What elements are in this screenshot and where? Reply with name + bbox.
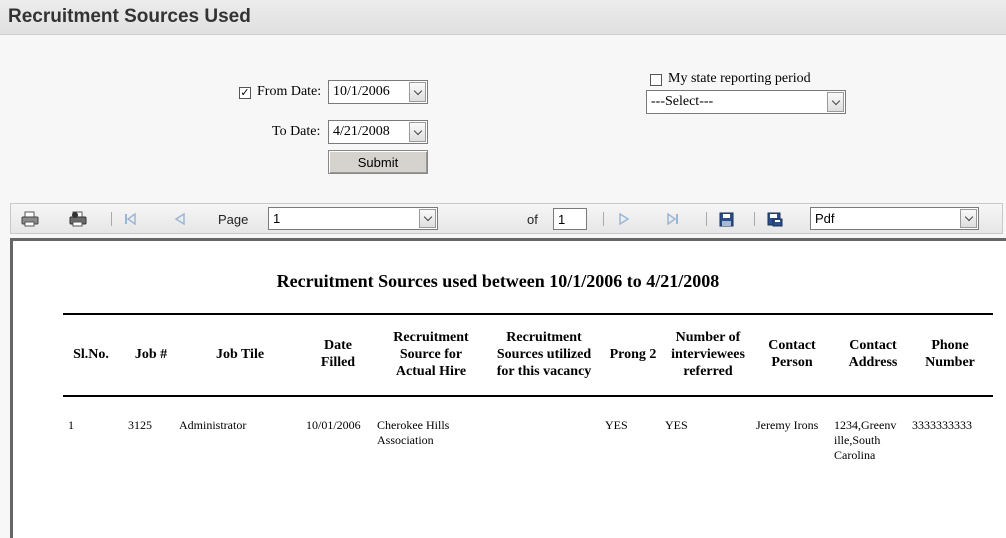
- header-bottom-rule: [63, 395, 993, 397]
- from-date-label: From Date:: [257, 84, 322, 99]
- cell-source-actual-hire: Cherokee Hills Association: [377, 418, 450, 447]
- column-header-job-title: Job Tile: [215, 346, 265, 362]
- previous-page-icon[interactable]: [171, 210, 189, 228]
- cell-sl-no: 1: [68, 418, 74, 432]
- column-header-interviewees: Number of interviewees referred: [671, 329, 745, 379]
- cell-prong2: YES: [605, 418, 628, 432]
- report-toolbar: Page 1 of 1 Pdf: [10, 203, 1003, 234]
- next-page-icon[interactable]: [615, 210, 633, 228]
- chevron-down-icon[interactable]: [409, 122, 426, 142]
- export-icon[interactable]: [766, 210, 784, 228]
- column-header-source-actual-hire: Recruitment Source for Actual Hire: [393, 329, 469, 379]
- chevron-down-icon[interactable]: [409, 82, 426, 102]
- chevron-down-icon[interactable]: [419, 209, 436, 228]
- column-header-contact-address: Contact Address: [848, 338, 898, 370]
- cell-contact-person: Jeremy Irons: [756, 418, 819, 432]
- toolbar-separator: [706, 212, 707, 226]
- print-icon[interactable]: [21, 210, 39, 228]
- state-period-label: My state reporting period: [668, 71, 811, 86]
- page-select-value: 1: [273, 211, 281, 226]
- submit-button[interactable]: Submit: [328, 150, 428, 174]
- column-header-sl-no: Sl.No.: [73, 346, 109, 362]
- cell-date-filled: 10/01/2006: [306, 418, 361, 432]
- page-label: Page: [218, 212, 249, 227]
- from-date-checkbox[interactable]: ✓: [239, 87, 251, 99]
- from-date-input[interactable]: 10/1/2006: [328, 80, 428, 104]
- total-pages-field[interactable]: 1: [553, 208, 587, 230]
- report-title: Recruitment Sources used between 10/1/20…: [276, 271, 720, 291]
- to-date-value: 4/21/2008: [333, 124, 390, 139]
- column-header-prong2: Prong 2: [609, 346, 657, 362]
- chevron-down-icon[interactable]: [960, 209, 977, 228]
- state-period-value: ---Select---: [651, 94, 714, 109]
- from-date-value: 10/1/2006: [333, 84, 390, 99]
- cell-contact-address: 1234,Greenv ille,South Carolina: [834, 418, 897, 462]
- page-title: Recruitment Sources Used: [8, 6, 251, 27]
- last-page-icon[interactable]: [664, 210, 682, 228]
- cell-job-no: 3125: [128, 418, 152, 432]
- column-header-phone: Phone Number: [925, 338, 975, 370]
- column-header-date-filled: Date Filled: [320, 338, 356, 370]
- header-top-rule: [63, 313, 993, 315]
- state-period-select[interactable]: ---Select---: [646, 90, 846, 114]
- chevron-down-icon[interactable]: [827, 92, 844, 112]
- title-bar: Recruitment Sources Used: [0, 0, 1006, 35]
- to-date-input[interactable]: 4/21/2008: [328, 120, 428, 144]
- export-format-value: Pdf: [815, 211, 835, 226]
- column-header-job-no: Job #: [134, 346, 168, 362]
- of-label: of: [527, 212, 538, 227]
- export-format-select[interactable]: Pdf: [810, 207, 979, 230]
- report-viewer: Recruitment Sources used between 10/1/20…: [10, 238, 1006, 538]
- toolbar-separator: [603, 212, 604, 226]
- save-icon[interactable]: [717, 210, 735, 228]
- cell-interviewees: YES: [665, 418, 688, 432]
- print-setup-icon[interactable]: [69, 210, 87, 228]
- cell-job-title: Administrator: [179, 418, 247, 432]
- first-page-icon[interactable]: [121, 210, 139, 228]
- page-select[interactable]: 1: [268, 207, 438, 230]
- column-header-sources-utilized: Recruitment Sources utilized for this va…: [496, 329, 592, 379]
- to-date-label: To Date:: [272, 124, 321, 139]
- toolbar-separator: [754, 212, 755, 226]
- column-header-contact-person: Contact Person: [768, 338, 816, 370]
- cell-phone: 3333333333: [912, 418, 972, 432]
- toolbar-separator: [111, 212, 112, 226]
- state-period-checkbox[interactable]: [650, 74, 662, 86]
